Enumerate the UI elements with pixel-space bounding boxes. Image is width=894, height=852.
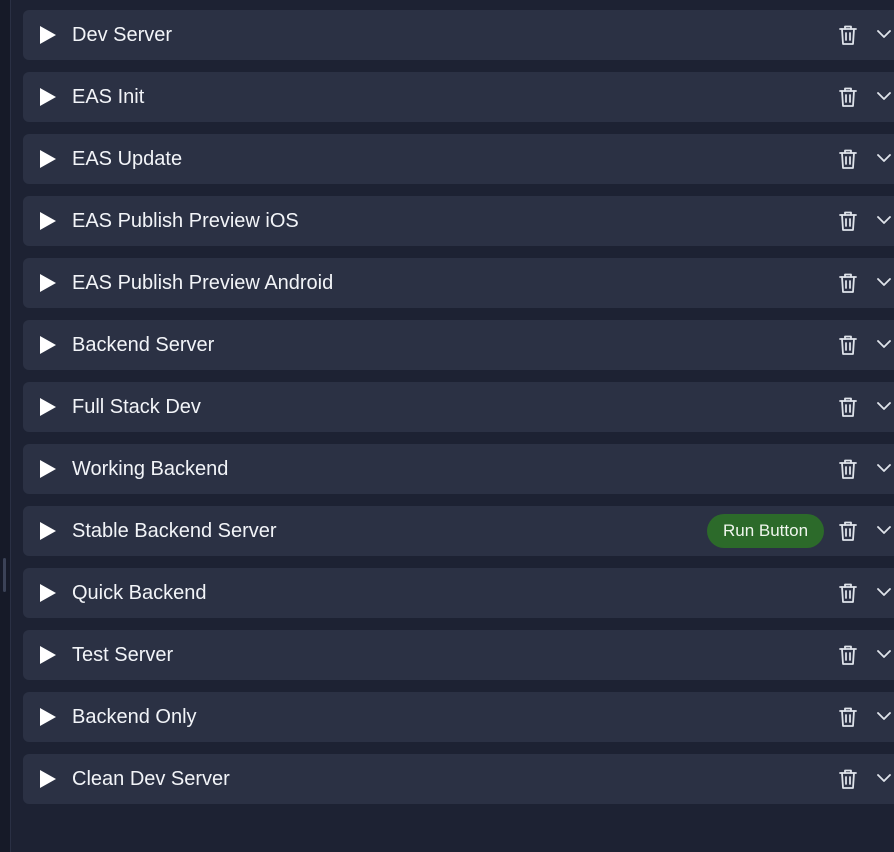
- chevron-down-icon[interactable]: [875, 149, 893, 167]
- play-icon[interactable]: [39, 460, 57, 478]
- panel-left-border: [0, 0, 11, 852]
- task-label: Clean Dev Server: [72, 768, 230, 790]
- trash-icon[interactable]: [837, 582, 859, 604]
- task-item[interactable]: Clean Dev Server: [23, 754, 894, 804]
- trash-icon[interactable]: [837, 768, 859, 790]
- task-item[interactable]: Backend Server: [23, 320, 894, 370]
- play-icon[interactable]: [39, 646, 57, 664]
- task-label: Quick Backend: [72, 582, 207, 604]
- task-item[interactable]: Dev Server: [23, 10, 894, 60]
- trash-icon[interactable]: [837, 706, 859, 728]
- play-icon[interactable]: [39, 212, 57, 230]
- trash-icon[interactable]: [837, 272, 859, 294]
- task-label: Stable Backend Server: [72, 520, 277, 542]
- play-icon[interactable]: [39, 150, 57, 168]
- task-item[interactable]: EAS Init: [23, 72, 894, 122]
- play-icon[interactable]: [39, 88, 57, 106]
- task-label: EAS Publish Preview iOS: [72, 210, 299, 232]
- chevron-down-icon[interactable]: [875, 211, 893, 229]
- trash-icon[interactable]: [837, 86, 859, 108]
- play-icon[interactable]: [39, 584, 57, 602]
- task-item[interactable]: Quick Backend: [23, 568, 894, 618]
- trash-icon[interactable]: [837, 24, 859, 46]
- task-item[interactable]: Backend Only: [23, 692, 894, 742]
- task-panel: Dev Server EAS Init EAS Update EAS Publi…: [0, 0, 894, 852]
- task-item[interactable]: Test Server: [23, 630, 894, 680]
- play-icon[interactable]: [39, 274, 57, 292]
- chevron-down-icon[interactable]: [875, 335, 893, 353]
- task-label: Backend Only: [72, 706, 197, 728]
- chevron-down-icon[interactable]: [875, 25, 893, 43]
- chevron-down-icon[interactable]: [875, 583, 893, 601]
- task-label: EAS Publish Preview Android: [72, 272, 334, 294]
- trash-icon[interactable]: [837, 148, 859, 170]
- chevron-down-icon[interactable]: [875, 769, 893, 787]
- play-icon[interactable]: [39, 336, 57, 354]
- trash-icon[interactable]: [837, 458, 859, 480]
- task-label: Working Backend: [72, 458, 229, 480]
- trash-icon[interactable]: [837, 334, 859, 356]
- play-icon[interactable]: [39, 708, 57, 726]
- task-item[interactable]: Working Backend: [23, 444, 894, 494]
- task-label: Test Server: [72, 644, 174, 666]
- chevron-down-icon[interactable]: [875, 397, 893, 415]
- play-icon[interactable]: [39, 398, 57, 416]
- chevron-down-icon[interactable]: [875, 521, 893, 539]
- task-item[interactable]: Stable Backend Server Run Button: [23, 506, 894, 556]
- task-item[interactable]: EAS Publish Preview iOS: [23, 196, 894, 246]
- chevron-down-icon[interactable]: [875, 707, 893, 725]
- task-label: Full Stack Dev: [72, 396, 201, 418]
- chevron-down-icon[interactable]: [875, 87, 893, 105]
- task-label: Dev Server: [72, 24, 173, 46]
- chevron-down-icon[interactable]: [875, 645, 893, 663]
- resize-handle[interactable]: [3, 558, 6, 592]
- play-icon[interactable]: [39, 770, 57, 788]
- chevron-down-icon[interactable]: [875, 273, 893, 291]
- task-label: EAS Init: [72, 86, 145, 108]
- run-button-badge[interactable]: Run Button: [707, 514, 824, 548]
- play-icon[interactable]: [39, 522, 57, 540]
- trash-icon[interactable]: [837, 396, 859, 418]
- task-label: Backend Server: [72, 334, 215, 356]
- task-item[interactable]: EAS Update: [23, 134, 894, 184]
- trash-icon[interactable]: [837, 210, 859, 232]
- trash-icon[interactable]: [837, 644, 859, 666]
- task-list: Dev Server EAS Init EAS Update EAS Publi…: [23, 10, 894, 816]
- task-label: EAS Update: [72, 148, 183, 170]
- chevron-down-icon[interactable]: [875, 459, 893, 477]
- play-icon[interactable]: [39, 26, 57, 44]
- trash-icon[interactable]: [837, 520, 859, 542]
- task-item[interactable]: EAS Publish Preview Android: [23, 258, 894, 308]
- task-item[interactable]: Full Stack Dev: [23, 382, 894, 432]
